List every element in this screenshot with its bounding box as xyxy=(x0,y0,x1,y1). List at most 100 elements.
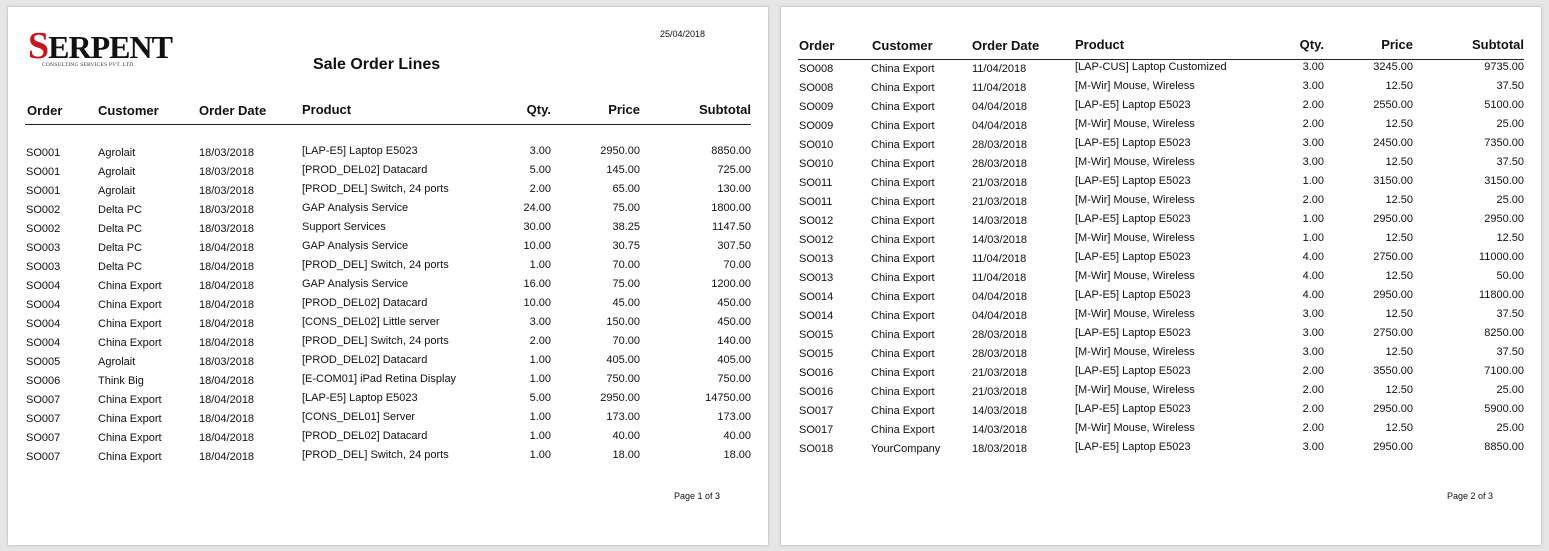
cell-qty: 1.00 xyxy=(529,449,551,461)
cell-customer: China Export xyxy=(871,120,935,132)
header-rule xyxy=(798,59,1524,60)
cell-customer: Agrolait xyxy=(98,185,136,197)
table-row: SO001 Agrolait 18/03/2018 [PROD_DEL] Switch… xyxy=(8,183,768,202)
cell-product: [PROD_DEL] Switch, 24 ports xyxy=(302,449,449,461)
cell-customer: China Export xyxy=(98,451,162,463)
cell-price: 70.00 xyxy=(612,259,640,271)
logo-tagline: CONSULTING SERVICES PVT. LTD. xyxy=(42,62,136,68)
cell-order: SO012 xyxy=(799,234,834,246)
cell-subtotal: 37.50 xyxy=(1496,80,1524,92)
cell-product: [E-COM01] iPad Retina Display xyxy=(302,373,457,385)
cell-subtotal: 25.00 xyxy=(1496,422,1524,434)
cell-order: SO008 xyxy=(799,63,834,75)
table-row: SO008 China Export 11/04/2018 [LAP-CUS] Lap… xyxy=(781,61,1541,80)
cell-subtotal: 3150.00 xyxy=(1484,175,1524,187)
col-header-price: Price xyxy=(1381,37,1413,52)
cell-product: Support Services xyxy=(302,221,386,233)
cell-order: SO008 xyxy=(799,82,834,94)
cell-customer: China Export xyxy=(871,253,935,265)
cell-qty: 3.00 xyxy=(1302,137,1324,149)
cell-customer: China Export xyxy=(98,432,162,444)
col-header-qty: Qty. xyxy=(1299,37,1324,52)
cell-subtotal: 11000.00 xyxy=(1478,251,1524,263)
cell-order-date: 18/04/2018 xyxy=(199,337,255,349)
cell-subtotal: 8850.00 xyxy=(1484,441,1524,453)
cell-order-date: 11/04/2018 xyxy=(972,63,1027,75)
cell-subtotal: 37.50 xyxy=(1496,346,1524,358)
serpent-logo: SERPENT CONSULTING SERVICES PVT. LTD. xyxy=(28,27,173,70)
cell-order-date: 28/03/2018 xyxy=(972,158,1028,170)
cell-price: 750.00 xyxy=(606,373,640,385)
cell-order-date: 18/04/2018 xyxy=(199,318,255,330)
cell-product: [PROD_DEL02] Datacard xyxy=(302,297,428,309)
cell-qty: 3.00 xyxy=(1302,327,1324,339)
cell-product: [M-Wir] Mouse, Wireless xyxy=(1075,270,1195,282)
table-row: SO003 Delta PC 18/04/2018 [PROD_DEL] Switch… xyxy=(8,259,768,278)
cell-customer: China Export xyxy=(871,272,935,284)
cell-order-date: 18/04/2018 xyxy=(199,299,255,311)
cell-subtotal: 5100.00 xyxy=(1484,99,1524,111)
table-row: SO004 China Export 18/04/2018 [PROD_DEL02] … xyxy=(8,297,768,316)
cell-customer: China Export xyxy=(871,405,935,417)
cell-product: GAP Analysis Service xyxy=(302,278,409,290)
table-row: SO016 China Export 21/03/2018 [M-Wir] Mouse… xyxy=(781,384,1541,403)
cell-order-date: 04/04/2018 xyxy=(972,101,1028,113)
cell-customer: China Export xyxy=(98,318,162,330)
cell-customer: China Export xyxy=(871,367,935,379)
col-header-order-date: Order Date xyxy=(972,38,1040,53)
cell-product: [LAP-E5] Laptop E5023 xyxy=(302,392,418,404)
cell-product: [M-Wir] Mouse, Wireless xyxy=(1075,80,1195,92)
table-row: SO011 China Export 21/03/2018 [LAP-E5] Lapt… xyxy=(781,175,1541,194)
cell-customer: China Export xyxy=(871,348,935,360)
cell-qty: 1.00 xyxy=(529,430,551,442)
cell-qty: 1.00 xyxy=(529,259,551,271)
cell-qty: 1.00 xyxy=(529,354,551,366)
cell-product: [M-Wir] Mouse, Wireless xyxy=(1075,308,1195,320)
table-row: SO007 China Export 18/04/2018 [PROD_DEL] Sw… xyxy=(8,449,768,468)
cell-order: SO016 xyxy=(799,386,834,398)
cell-price: 30.75 xyxy=(612,240,640,252)
cell-subtotal: 12.50 xyxy=(1496,232,1524,244)
table-row: SO013 China Export 11/04/2018 [LAP-E5] Lapt… xyxy=(781,251,1541,270)
cell-subtotal: 7350.00 xyxy=(1484,137,1524,149)
cell-customer: China Export xyxy=(871,386,935,398)
cell-order-date: 18/04/2018 xyxy=(199,375,255,387)
cell-price: 3150.00 xyxy=(1373,175,1413,187)
cell-order-date: 18/04/2018 xyxy=(199,413,255,425)
cell-order-date: 14/03/2018 xyxy=(972,405,1028,417)
cell-qty: 2.00 xyxy=(1302,422,1324,434)
col-header-price: Price xyxy=(608,102,640,117)
cell-qty: 2.00 xyxy=(1302,365,1324,377)
cell-product: [PROD_DEL02] Datacard xyxy=(302,430,428,442)
table-row: SO018 YourCompany 18/03/2018 [LAP-E5] Lapto… xyxy=(781,441,1541,460)
cell-order-date: 18/04/2018 xyxy=(199,280,255,292)
cell-qty: 3.00 xyxy=(1302,441,1324,453)
cell-subtotal: 25.00 xyxy=(1496,118,1524,130)
cell-product: [PROD_DEL02] Datacard xyxy=(302,164,428,176)
cell-order: SO006 xyxy=(26,375,61,387)
cell-order: SO016 xyxy=(799,367,834,379)
cell-product: [M-Wir] Mouse, Wireless xyxy=(1075,118,1195,130)
cell-product: [LAP-E5] Laptop E5023 xyxy=(302,145,418,157)
col-header-order: Order xyxy=(27,103,63,118)
cell-order: SO003 xyxy=(26,242,61,254)
cell-price: 2550.00 xyxy=(1373,99,1413,111)
cell-subtotal: 50.00 xyxy=(1496,270,1524,282)
cell-order-date: 28/03/2018 xyxy=(972,139,1028,151)
cell-price: 12.50 xyxy=(1385,80,1413,92)
cell-order-date: 21/03/2018 xyxy=(972,367,1028,379)
cell-product: [M-Wir] Mouse, Wireless xyxy=(1075,422,1195,434)
table-row: SO007 China Export 18/04/2018 [CONS_DEL01] … xyxy=(8,411,768,430)
cell-subtotal: 140.00 xyxy=(717,335,751,347)
cell-subtotal: 450.00 xyxy=(717,316,751,328)
cell-qty: 3.00 xyxy=(1302,80,1324,92)
cell-customer: China Export xyxy=(871,424,935,436)
cell-qty: 1.00 xyxy=(1302,232,1324,244)
col-header-order-date: Order Date xyxy=(199,103,267,118)
table-row: SO008 China Export 11/04/2018 [M-Wir] Mouse… xyxy=(781,80,1541,99)
header-rule xyxy=(25,124,751,125)
cell-subtotal: 307.50 xyxy=(717,240,751,252)
cell-qty: 5.00 xyxy=(529,164,551,176)
cell-qty: 16.00 xyxy=(523,278,551,290)
report-title: Sale Order Lines xyxy=(313,56,441,73)
